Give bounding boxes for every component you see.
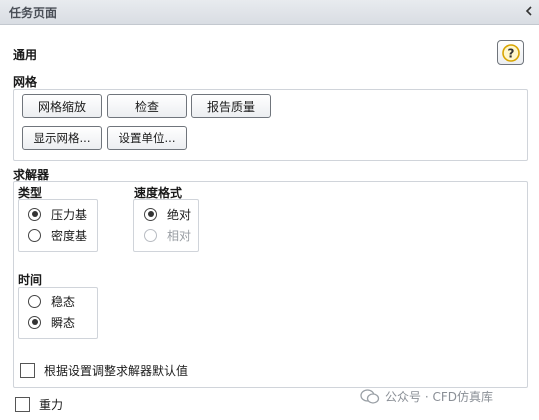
general-heading: 通用 — [13, 48, 38, 62]
radio-density-based-label: 密度基 — [51, 228, 88, 243]
gravity-option[interactable]: 重力 — [15, 395, 63, 413]
radio-density-based-indicator[interactable] — [28, 228, 41, 242]
radio-transient[interactable]: 瞬态 — [28, 313, 75, 331]
report-quality-button[interactable]: 报告质量 — [191, 94, 271, 118]
mesh-check-button[interactable]: 检查 — [107, 94, 187, 118]
radio-pressure-based-indicator[interactable] — [28, 207, 41, 221]
collapse-panel-button[interactable] — [521, 2, 537, 20]
help-icon: ? — [501, 43, 520, 62]
radio-relative: 相对 — [144, 226, 191, 244]
radio-transient-label: 瞬态 — [51, 315, 76, 330]
adjust-solver-defaults-label: 根据设置调整求解器默认值 — [44, 363, 189, 378]
radio-absolute-indicator[interactable] — [144, 207, 157, 221]
radio-steady[interactable]: 稳态 — [28, 292, 75, 310]
mesh-scale-button[interactable]: 网格缩放 — [22, 94, 102, 118]
panel-title: 任务页面 — [9, 6, 58, 20]
chevron-left-icon — [525, 6, 532, 16]
gravity-label: 重力 — [39, 397, 64, 412]
set-units-button[interactable]: 设置单位... — [107, 126, 187, 150]
wechat-icon — [360, 388, 380, 404]
display-mesh-button[interactable]: 显示网格... — [22, 126, 102, 150]
radio-steady-label: 稳态 — [51, 294, 76, 309]
radio-absolute[interactable]: 绝对 — [144, 205, 191, 223]
radio-absolute-label: 绝对 — [167, 207, 192, 222]
panel-titlebar: 任务页面 — [0, 0, 539, 25]
gravity-checkbox[interactable] — [15, 396, 30, 412]
mesh-heading: 网格 — [13, 75, 38, 89]
radio-steady-indicator[interactable] — [28, 294, 41, 308]
radio-pressure-based-label: 压力基 — [51, 207, 88, 222]
radio-density-based[interactable]: 密度基 — [28, 226, 87, 244]
time-label: 时间 — [18, 273, 43, 287]
adjust-solver-defaults-option[interactable]: 根据设置调整求解器默认值 — [20, 361, 188, 379]
radio-pressure-based[interactable]: 压力基 — [28, 205, 87, 223]
watermark-text: 公众号 · CFD仿真库 — [385, 390, 493, 404]
help-icon-glyph: ? — [507, 46, 514, 60]
radio-relative-indicator — [144, 228, 157, 242]
radio-relative-label: 相对 — [167, 228, 192, 243]
radio-transient-indicator[interactable] — [28, 315, 41, 329]
help-button[interactable]: ? — [497, 40, 524, 65]
watermark: 公众号 · CFD仿真库 — [360, 388, 493, 405]
adjust-solver-defaults-checkbox[interactable] — [20, 362, 35, 378]
